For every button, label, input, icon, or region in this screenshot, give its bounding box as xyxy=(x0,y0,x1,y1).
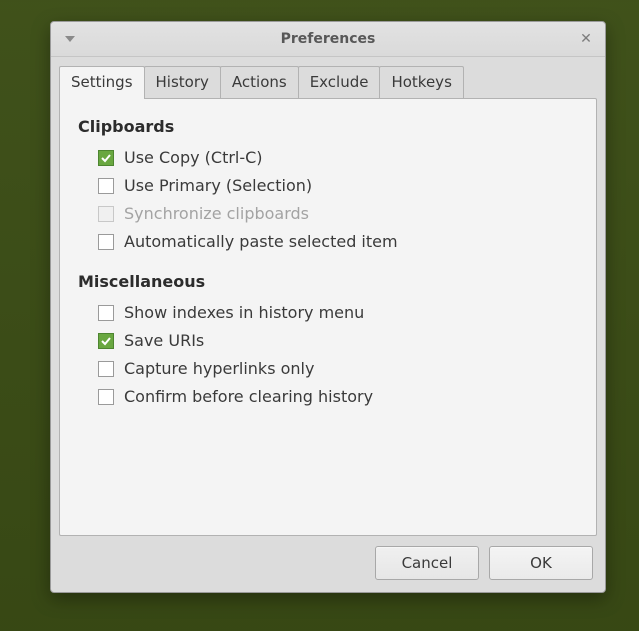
section-title-misc: Miscellaneous xyxy=(78,272,578,291)
tabs: Settings History Actions Exclude Hotkeys xyxy=(51,57,605,98)
checkbox-use-primary[interactable] xyxy=(98,178,114,194)
ok-button[interactable]: OK xyxy=(489,546,593,580)
cancel-button[interactable]: Cancel xyxy=(375,546,479,580)
checkbox-capture-hyperlinks[interactable] xyxy=(98,361,114,377)
tab-actions[interactable]: Actions xyxy=(220,66,299,99)
desktop-background: Preferences ✕ Settings History Actions E… xyxy=(0,0,639,631)
option-auto-paste[interactable]: Automatically paste selected item xyxy=(98,230,578,254)
checkbox-auto-paste[interactable] xyxy=(98,234,114,250)
titlebar[interactable]: Preferences ✕ xyxy=(51,22,605,57)
checkbox-use-copy[interactable] xyxy=(98,150,114,166)
checkbox-confirm-clear[interactable] xyxy=(98,389,114,405)
tabpage-settings: Clipboards Use Copy (Ctrl-C) Use Primary… xyxy=(59,98,597,536)
tab-hotkeys[interactable]: Hotkeys xyxy=(379,66,463,99)
option-label: Save URIs xyxy=(124,329,204,353)
check-icon xyxy=(101,153,111,163)
window-title: Preferences xyxy=(51,31,605,47)
option-label: Capture hyperlinks only xyxy=(124,357,314,381)
option-label: Confirm before clearing history xyxy=(124,385,373,409)
section-title-clipboards: Clipboards xyxy=(78,117,578,136)
tab-history[interactable]: History xyxy=(144,66,221,99)
option-use-copy[interactable]: Use Copy (Ctrl-C) xyxy=(98,146,578,170)
option-label: Automatically paste selected item xyxy=(124,230,398,254)
checkbox-show-indexes[interactable] xyxy=(98,305,114,321)
option-use-primary[interactable]: Use Primary (Selection) xyxy=(98,174,578,198)
button-bar: Cancel OK xyxy=(51,536,605,592)
preferences-window: Preferences ✕ Settings History Actions E… xyxy=(50,21,606,593)
option-label: Show indexes in history menu xyxy=(124,301,364,325)
option-sync-clipboards: Synchronize clipboards xyxy=(98,202,578,226)
tab-settings[interactable]: Settings xyxy=(59,66,145,99)
tab-exclude[interactable]: Exclude xyxy=(298,66,381,99)
option-label: Use Primary (Selection) xyxy=(124,174,312,198)
option-label: Synchronize clipboards xyxy=(124,202,309,226)
option-capture-hyperlinks[interactable]: Capture hyperlinks only xyxy=(98,357,578,381)
option-label: Use Copy (Ctrl-C) xyxy=(124,146,263,170)
option-confirm-clear[interactable]: Confirm before clearing history xyxy=(98,385,578,409)
close-button[interactable]: ✕ xyxy=(575,28,597,50)
checkbox-save-uris[interactable] xyxy=(98,333,114,349)
checkbox-sync-clipboards xyxy=(98,206,114,222)
option-show-indexes[interactable]: Show indexes in history menu xyxy=(98,301,578,325)
option-save-uris[interactable]: Save URIs xyxy=(98,329,578,353)
window-menu-icon[interactable] xyxy=(65,36,75,42)
check-icon xyxy=(101,336,111,346)
close-icon: ✕ xyxy=(580,31,592,47)
